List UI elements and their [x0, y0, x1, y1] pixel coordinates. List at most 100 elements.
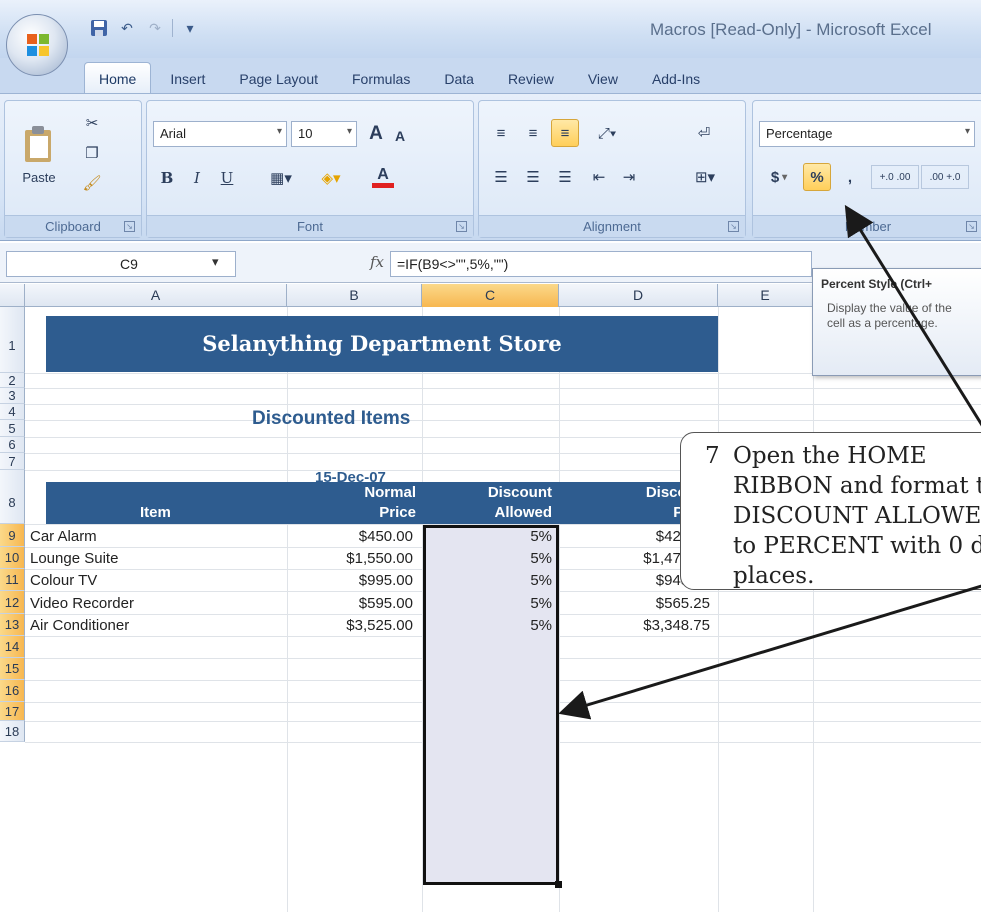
- row-header[interactable]: 12: [0, 591, 25, 614]
- cell-discount-allowed[interactable]: 5%: [426, 528, 552, 545]
- column-header-a[interactable]: A: [25, 284, 287, 307]
- column-header-c[interactable]: C: [422, 284, 559, 307]
- cell-normal-price[interactable]: $3,525.00: [287, 617, 413, 634]
- tab-page-layout[interactable]: Page Layout: [224, 62, 333, 94]
- cell-normal-price[interactable]: $450.00: [287, 528, 413, 545]
- font-group-label: Font: [147, 215, 473, 237]
- increase-decimal-button[interactable]: +.0 .00: [871, 165, 919, 189]
- row-header[interactable]: 2: [0, 373, 25, 388]
- cell-item[interactable]: Lounge Suite: [30, 550, 280, 567]
- cell-discount-allowed[interactable]: 5%: [426, 595, 552, 612]
- cell-item[interactable]: Car Alarm: [30, 528, 280, 545]
- gridline-horizontal: [25, 388, 981, 389]
- wrap-text-icon[interactable]: ⏎: [689, 119, 719, 147]
- align-left-icon[interactable]: ☰: [487, 163, 515, 191]
- cell-normal-price[interactable]: $995.00: [287, 572, 413, 589]
- font-launcher-icon[interactable]: ↘: [456, 221, 467, 232]
- chevron-down-icon[interactable]: ▾: [212, 254, 219, 270]
- shrink-font-button[interactable]: A: [389, 123, 411, 149]
- italic-button[interactable]: I: [185, 165, 209, 191]
- fill-color-icon[interactable]: ◈▾: [307, 165, 355, 191]
- row-header[interactable]: 6: [0, 437, 25, 453]
- percent-style-button[interactable]: %: [803, 163, 831, 191]
- tab-add-ins[interactable]: Add-Ins: [637, 62, 715, 94]
- row-header[interactable]: 8: [0, 470, 25, 524]
- format-painter-icon[interactable]: 🖌: [79, 171, 105, 195]
- undo-icon[interactable]: ↶: [116, 17, 138, 39]
- paste-button[interactable]: Paste: [13, 109, 65, 199]
- cut-icon[interactable]: ✂: [79, 111, 105, 135]
- header-normal-price-2: Price: [379, 504, 416, 521]
- cell-discount-allowed[interactable]: 5%: [426, 550, 552, 567]
- comma-style-button[interactable]: ,: [839, 163, 861, 191]
- font-color-button[interactable]: A: [359, 163, 407, 191]
- top-align-icon[interactable]: ≡: [487, 119, 515, 147]
- formula-input[interactable]: =IF(B9<>"",5%,""): [390, 251, 812, 277]
- clipboard-launcher-icon[interactable]: ↘: [124, 221, 135, 232]
- align-center-icon[interactable]: ☰: [519, 163, 547, 191]
- font-size-combo[interactable]: 10 ▾: [291, 121, 357, 147]
- fill-handle[interactable]: [555, 881, 562, 888]
- column-header-b[interactable]: B: [287, 284, 422, 307]
- office-button[interactable]: [6, 14, 68, 76]
- row-header[interactable]: 5: [0, 420, 25, 437]
- cell-discount-allowed[interactable]: 5%: [426, 617, 552, 634]
- number-format-combo[interactable]: Percentage ▾: [759, 121, 975, 147]
- grow-font-button[interactable]: A: [365, 121, 387, 147]
- row-header[interactable]: 11: [0, 569, 25, 591]
- number-launcher-icon[interactable]: ↘: [966, 221, 977, 232]
- decrease-indent-icon[interactable]: ⇤: [585, 163, 613, 191]
- row-header[interactable]: 15: [0, 658, 25, 680]
- tab-home[interactable]: Home: [84, 62, 152, 94]
- font-name-combo[interactable]: Arial ▾: [153, 121, 287, 147]
- customize-icon[interactable]: ▾: [179, 17, 201, 39]
- bottom-align-icon[interactable]: ≡: [551, 119, 579, 147]
- cell-item[interactable]: Air Conditioner: [30, 617, 280, 634]
- row-header[interactable]: 18: [0, 721, 25, 742]
- row-header[interactable]: 1: [0, 307, 25, 373]
- row-header[interactable]: 14: [0, 636, 25, 658]
- row-header[interactable]: 13: [0, 614, 25, 636]
- cell-discount-price[interactable]: $3,348.75: [560, 617, 710, 634]
- alignment-launcher-icon[interactable]: ↘: [728, 221, 739, 232]
- row-header[interactable]: 4: [0, 404, 25, 420]
- row-header[interactable]: 16: [0, 680, 25, 702]
- row-header[interactable]: 3: [0, 388, 25, 404]
- save-icon[interactable]: [88, 17, 110, 39]
- column-header-e[interactable]: E: [718, 284, 813, 307]
- select-all-corner[interactable]: [0, 284, 25, 307]
- redo-icon[interactable]: ↷: [144, 17, 166, 39]
- tab-insert[interactable]: Insert: [155, 62, 220, 94]
- underline-button[interactable]: U: [215, 165, 239, 191]
- row-header[interactable]: 10: [0, 547, 25, 569]
- cell-item[interactable]: Video Recorder: [30, 595, 280, 612]
- increase-indent-icon[interactable]: ⇥: [615, 163, 643, 191]
- insert-function-icon[interactable]: fx: [370, 253, 384, 271]
- align-right-icon[interactable]: ☰: [551, 163, 579, 191]
- orientation-icon[interactable]: ⤢▾: [585, 119, 629, 147]
- currency-button[interactable]: $ ▾: [761, 163, 797, 191]
- tab-formulas[interactable]: Formulas: [337, 62, 425, 94]
- row-header[interactable]: 9: [0, 524, 25, 547]
- name-box[interactable]: C9: [6, 251, 236, 277]
- row-header[interactable]: 7: [0, 453, 25, 470]
- middle-align-icon[interactable]: ≡: [519, 119, 547, 147]
- merge-center-icon[interactable]: ⊞▾: [685, 163, 725, 191]
- cell-discount-allowed[interactable]: 5%: [426, 572, 552, 589]
- cell-discount-price[interactable]: $565.25: [560, 595, 710, 612]
- tab-review[interactable]: Review: [493, 62, 569, 94]
- cell-normal-price[interactable]: $1,550.00: [287, 550, 413, 567]
- borders-icon[interactable]: ▦▾: [259, 165, 303, 191]
- cell-normal-price[interactable]: $595.00: [287, 595, 413, 612]
- clipboard-group: Paste ✂ ❐ 🖌 Clipboard ↘: [4, 100, 142, 238]
- cell-item[interactable]: Colour TV: [30, 572, 280, 589]
- tab-view[interactable]: View: [573, 62, 633, 94]
- decrease-decimal-button[interactable]: .00 +.0: [921, 165, 969, 189]
- tooltip-body: Display the value of the cell as a perce…: [827, 301, 952, 330]
- bold-button[interactable]: B: [155, 165, 179, 191]
- column-header-d[interactable]: D: [559, 284, 718, 307]
- copy-icon[interactable]: ❐: [79, 141, 105, 165]
- tab-data[interactable]: Data: [429, 62, 489, 94]
- header-item: Item: [140, 504, 171, 521]
- row-header[interactable]: 17: [0, 702, 25, 721]
